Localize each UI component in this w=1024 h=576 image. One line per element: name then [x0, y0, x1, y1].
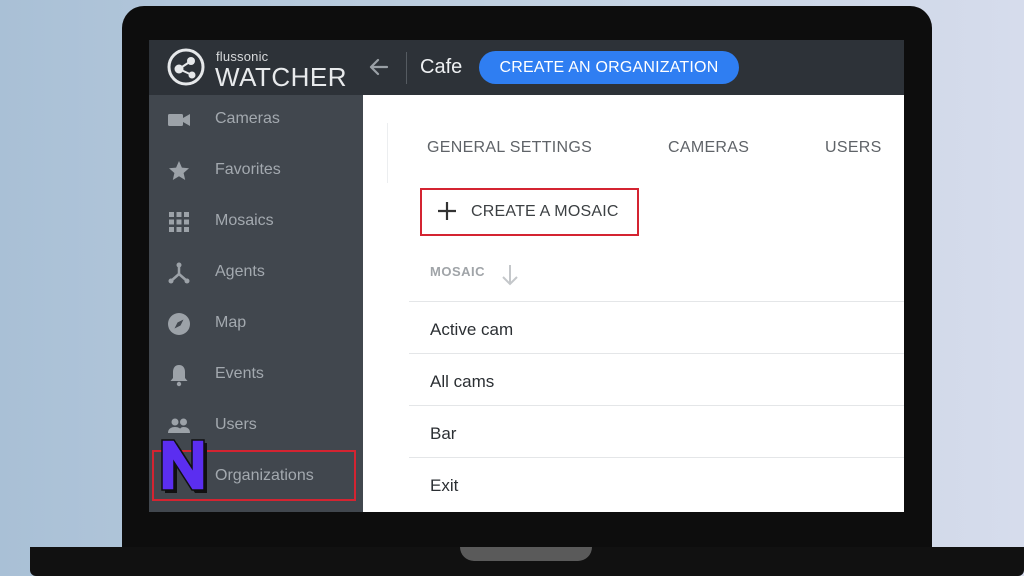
- mosaic-row-bar[interactable]: Bar: [430, 424, 456, 444]
- mosaic-row-exit[interactable]: Exit: [430, 476, 458, 496]
- topbar-divider: [406, 52, 407, 84]
- sidebar-item-label: Cameras: [215, 110, 280, 127]
- camera-icon: [168, 114, 190, 126]
- back-arrow-icon[interactable]: [366, 54, 392, 80]
- organization-title: Cafe: [420, 56, 463, 78]
- n-badge-icon: [161, 439, 207, 493]
- tab-general-settings[interactable]: GENERAL SETTINGS: [427, 139, 592, 157]
- logo-product-text: WATCHER: [215, 62, 348, 92]
- tab-users[interactable]: USERS: [825, 139, 882, 157]
- star-icon: [169, 161, 189, 180]
- row-divider: [409, 301, 904, 302]
- plus-icon: [438, 202, 456, 220]
- row-divider: [409, 457, 904, 458]
- mosaic-row-all-cams[interactable]: All cams: [430, 372, 494, 392]
- sidebar-item-label: Users: [215, 416, 257, 433]
- arrow-down-sort-icon[interactable]: [499, 262, 521, 288]
- sidebar-item-events[interactable]: Events: [149, 350, 363, 400]
- bell-icon: [170, 365, 188, 387]
- sidebar-item-label: Favorites: [215, 161, 281, 178]
- mosaic-column-header[interactable]: MOSAIC: [430, 264, 485, 279]
- row-divider: [409, 405, 904, 406]
- compass-icon: [168, 313, 190, 335]
- sidebar-item-label: Mosaics: [215, 212, 274, 229]
- tab-cameras[interactable]: CAMERAS: [668, 139, 749, 157]
- mosaic-row-active-cam[interactable]: Active cam: [430, 320, 513, 340]
- create-mosaic-button[interactable]: CREATE A MOSAIC: [420, 188, 639, 236]
- row-divider: [409, 353, 904, 354]
- sidebar-item-map[interactable]: Map: [149, 299, 363, 349]
- laptop-notch: [460, 547, 592, 561]
- sidebar-item-mosaics[interactable]: Mosaics: [149, 197, 363, 247]
- sidebar-item-agents[interactable]: Agents: [149, 248, 363, 298]
- sidebar-item-label: Agents: [215, 263, 265, 280]
- sidebar: Cameras Favorites Mosaics Agents Map Eve…: [149, 95, 363, 512]
- sidebar-item-favorites[interactable]: Favorites: [149, 146, 363, 196]
- top-bar: flussonic WATCHER Cafe CREATE AN ORGANIZ…: [149, 40, 904, 95]
- create-organization-button[interactable]: CREATE AN ORGANIZATION: [479, 51, 739, 84]
- create-mosaic-label: CREATE A MOSAIC: [471, 203, 619, 220]
- flussonic-logo-icon: [167, 48, 205, 86]
- sidebar-item-label: Events: [215, 365, 264, 382]
- sidebar-item-cameras[interactable]: Cameras: [149, 95, 363, 145]
- main-content: GENERAL SETTINGS CAMERAS USERS CREATE A …: [363, 95, 904, 512]
- sidebar-item-label: Map: [215, 314, 247, 331]
- app-screen: flussonic WATCHER Cafe CREATE AN ORGANIZ…: [149, 40, 904, 512]
- agents-icon: [168, 262, 190, 284]
- grid-icon: [169, 212, 189, 232]
